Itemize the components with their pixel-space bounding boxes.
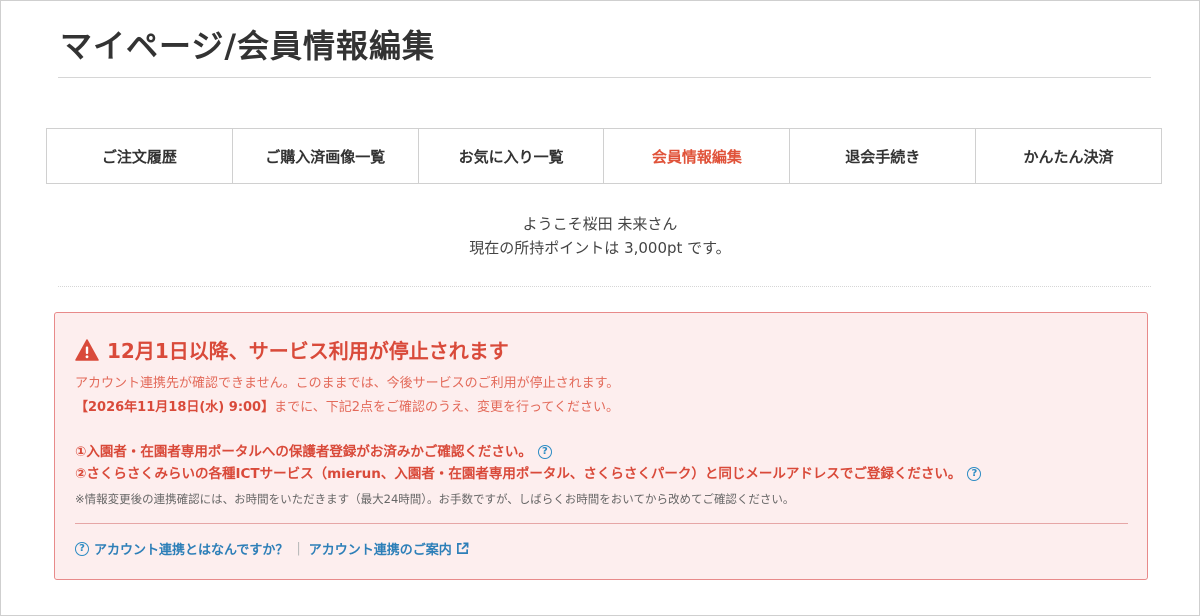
deadline-instruction: までに、下記2点をご確認のうえ、変更を行ってください。 <box>274 400 619 415</box>
page-title: マイページ/会員情報編集 <box>60 27 436 65</box>
requirement-2: ②さくらさくみらいの各種ICTサービス（mierun、入園者・在園者専用ポータル… <box>75 463 982 485</box>
alert-message-line2: 【2026年11月18日(水) 9:00】までに、下記2点をご確認のうえ、変更を… <box>75 397 619 419</box>
welcome-greeting: ようこそ桜田 未来さん <box>522 215 678 233</box>
mypage-tabs: ご注文履歴 ご購入済画像一覧 お気に入り一覧 会員情報編集 退会手続き かんたん… <box>46 128 1162 184</box>
welcome-divider <box>58 286 1151 287</box>
question-circle-icon: ? <box>75 541 89 556</box>
alert-links: ? アカウント連携とはなんですか？ | アカウント連携のご案内 <box>75 539 469 558</box>
service-stop-alert: 12月1日以降、サービス利用が停止されます アカウント連携先が確認できません。こ… <box>54 312 1148 580</box>
alert-header: 12月1日以降、サービス利用が停止されます <box>75 335 509 364</box>
tab-order-history[interactable]: ご注文履歴 <box>47 129 233 183</box>
welcome-section: ようこそ桜田 未来さん 現在の所持ポイントは 3,000pt です。 <box>0 212 1200 260</box>
alert-message-line1: アカウント連携先が確認できません。このままでは、今後サービスのご利用が停止されま… <box>75 376 620 391</box>
what-is-account-link[interactable]: アカウント連携とはなんですか？ <box>94 539 288 558</box>
requirement-1: ①入園者・在園者専用ポータルへの保護者登録がお済みかご確認ください。 ? <box>75 441 552 463</box>
alert-divider <box>75 523 1128 524</box>
link-separator: | <box>296 541 301 556</box>
alert-title: 12月1日以降、サービス利用が停止されます <box>107 339 509 363</box>
tab-favorites[interactable]: お気に入り一覧 <box>419 129 605 183</box>
warning-triangle-icon <box>75 338 99 361</box>
question-circle-icon[interactable]: ? <box>967 467 982 481</box>
requirement-1-text: ①入園者・在園者専用ポータルへの保護者登録がお済みかご確認ください。 <box>75 444 532 460</box>
title-divider <box>58 77 1151 78</box>
points-balance: 現在の所持ポイントは 3,000pt です。 <box>469 239 731 257</box>
deadline-text: 【2026年11月18日(水) 9:00】 <box>75 400 275 415</box>
tab-easy-payment[interactable]: かんたん決済 <box>976 129 1161 183</box>
tab-withdrawal[interactable]: 退会手続き <box>790 129 977 183</box>
tab-member-info-edit[interactable]: 会員情報編集 <box>604 129 791 183</box>
external-link-icon[interactable] <box>456 542 469 555</box>
question-circle-icon[interactable]: ? <box>537 445 552 459</box>
alert-note: ※情報変更後の連携確認には、お時間をいただきます（最大24時間）。お手数ですが、… <box>75 492 795 506</box>
account-link-guide[interactable]: アカウント連携のご案内 <box>309 539 452 558</box>
requirement-2-text: ②さくらさくみらいの各種ICTサービス（mierun、入園者・在園者専用ポータル… <box>75 466 962 482</box>
tab-purchased-images[interactable]: ご購入済画像一覧 <box>233 129 419 183</box>
